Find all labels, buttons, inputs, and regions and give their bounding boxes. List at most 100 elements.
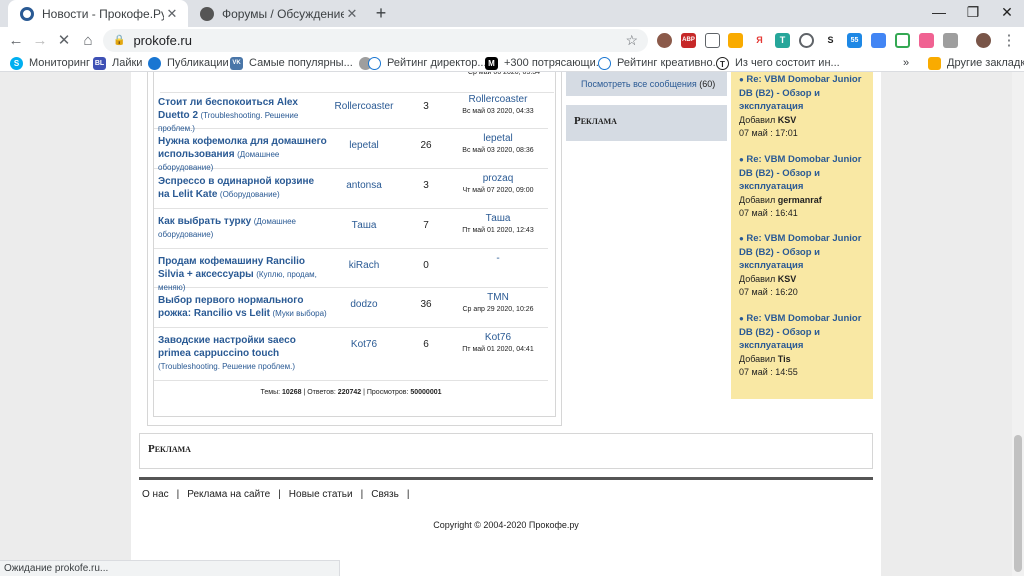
adblock-icon[interactable]: ABP bbox=[681, 33, 696, 48]
topic-author-link[interactable]: Таша bbox=[324, 220, 404, 231]
last-post-user-link[interactable]: Kot76 bbox=[448, 332, 548, 343]
forum-topics-box: Ср май 06 2020, 05:34 Стоит ли беспокоит… bbox=[147, 72, 562, 426]
topic-last-post: Kot76 Пт май 01 2020, 04:41 bbox=[448, 332, 548, 353]
translate-icon[interactable] bbox=[871, 33, 886, 48]
footer-link-contact[interactable]: Связь bbox=[371, 489, 399, 500]
topic-category-link[interactable]: (Оборудование) bbox=[220, 190, 280, 199]
skype-icon: S bbox=[10, 56, 23, 70]
topic-cell: Выбор первого нормального рожка: Rancili… bbox=[158, 294, 328, 320]
topic-author-link[interactable]: lepetal bbox=[324, 140, 404, 151]
topic-last-post: prozaq Чт май 07 2020, 09:00 bbox=[448, 173, 548, 194]
post-author-name[interactable]: KSV bbox=[778, 274, 797, 284]
last-post-user-link[interactable]: - bbox=[448, 253, 548, 264]
topic-author-link[interactable]: Kot76 bbox=[324, 339, 404, 350]
puzzle-icon[interactable] bbox=[943, 33, 958, 48]
page-viewport: Ср май 06 2020, 05:34 Стоит ли беспокоит… bbox=[0, 72, 1012, 576]
bookmark-300[interactable]: M +300 потрясающи... bbox=[485, 55, 605, 71]
menu-kebab-icon[interactable]: ⋮ bbox=[998, 30, 1020, 52]
topic-author-link[interactable]: kiRach bbox=[324, 260, 404, 271]
footer-link-about[interactable]: О нас bbox=[142, 489, 169, 500]
table-row: Стоит ли беспокоиться Alex Duetto 2 (Tro… bbox=[154, 90, 548, 133]
last-post-user-link[interactable]: Таша bbox=[448, 213, 548, 224]
other-bookmarks[interactable]: Другие закладки bbox=[928, 55, 1024, 71]
footer-link-advertising[interactable]: Реклама на сайте bbox=[187, 489, 270, 500]
bookmarks-overflow-button[interactable]: » bbox=[903, 55, 909, 71]
topic-category-link[interactable]: (Troubleshooting. Решение проблем.) bbox=[158, 362, 295, 371]
yandex-icon[interactable]: Я bbox=[752, 33, 767, 48]
pocket-icon[interactable] bbox=[705, 33, 720, 48]
s-ext-icon[interactable]: S bbox=[823, 33, 838, 48]
latest-post-item: ● Re: VBM Domobar Junior DB (B2) - Обзор… bbox=[739, 153, 867, 221]
last-post-user-link[interactable]: TMN bbox=[448, 292, 548, 303]
close-window-button[interactable]: ✕ bbox=[990, 0, 1024, 27]
profile-avatar[interactable] bbox=[976, 33, 991, 48]
topic-reply-count: 36 bbox=[420, 299, 432, 310]
tab-close-icon[interactable]: ✕ bbox=[344, 6, 360, 22]
bookmark-director-rating[interactable]: Рейтинг директор... bbox=[368, 55, 487, 71]
bookmark-ext-icon[interactable] bbox=[728, 33, 743, 48]
home-button[interactable]: ⌂ bbox=[77, 30, 99, 52]
post-title-link[interactable]: Re: VBM Domobar Junior DB (B2) - Обзор и… bbox=[739, 74, 861, 112]
copyright: Copyright © 2004-2020 Прокофе.ру bbox=[433, 520, 579, 530]
topic-author-link[interactable]: antonsa bbox=[324, 180, 404, 191]
topic-reply-count: 3 bbox=[423, 101, 429, 112]
page-scrollbar[interactable] bbox=[1012, 72, 1024, 576]
post-title-link[interactable]: Re: VBM Domobar Junior DB (B2) - Обзор и… bbox=[739, 233, 861, 271]
bottom-ad-block: Реклама bbox=[139, 433, 873, 469]
footer-separator: | bbox=[176, 489, 180, 500]
post-title-link[interactable]: Re: VBM Domobar Junior DB (B2) - Обзор и… bbox=[739, 154, 861, 192]
address-bar[interactable]: 🔒 prokofe.ru ☆ bbox=[103, 29, 648, 52]
new-tab-button[interactable]: + bbox=[372, 4, 390, 22]
last-post-user-link[interactable]: prozaq bbox=[448, 173, 548, 184]
topic-reply-count: 7 bbox=[423, 220, 429, 231]
topic-last-post: TMN Ср апр 29 2020, 10:26 bbox=[448, 292, 548, 313]
bookmark-star-icon[interactable]: ☆ bbox=[625, 32, 638, 49]
restore-button[interactable]: ❐ bbox=[956, 0, 990, 27]
topic-title-link[interactable]: Как выбрать турку bbox=[158, 216, 251, 227]
last-post-date: Вс май 03 2020, 04:33 bbox=[462, 108, 534, 115]
lock-icon[interactable]: 🔒 bbox=[113, 35, 125, 46]
tab-close-icon[interactable]: ✕ bbox=[164, 6, 180, 22]
minimize-button[interactable]: — bbox=[922, 0, 956, 27]
bookmarks-bar: S Мониторинг BL Лайки Публикации VK Самы… bbox=[0, 54, 1024, 72]
bookmark-creative-rating[interactable]: Рейтинг креативно... bbox=[598, 55, 722, 71]
bookmark-label: Из чего состоит ин... bbox=[735, 57, 840, 69]
compass-icon[interactable] bbox=[799, 33, 814, 48]
stop-loading-button[interactable]: ✕ bbox=[53, 30, 75, 52]
extension-circle-icon[interactable] bbox=[657, 33, 672, 48]
scrollbar-thumb[interactable] bbox=[1014, 435, 1022, 572]
badge-ext-icon[interactable]: 55 bbox=[847, 33, 862, 48]
bookmark-monitoring[interactable]: S Мониторинг bbox=[10, 55, 90, 71]
post-date: 07 май : 16:20 bbox=[739, 287, 798, 297]
tab-forums[interactable]: Форумы / Обсуждение сайта / С ✕ bbox=[188, 0, 368, 27]
post-author-name[interactable]: Tis bbox=[778, 354, 791, 364]
bookmark-likes[interactable]: BL Лайки bbox=[93, 55, 142, 71]
tab-prokofe-news[interactable]: Новости - Прокофе.Ру - Кофе ф ✕ bbox=[8, 0, 188, 27]
back-button[interactable]: ← bbox=[5, 30, 27, 52]
post-date: 07 май : 16:41 bbox=[739, 208, 798, 218]
url-text[interactable]: prokofe.ru bbox=[133, 33, 625, 48]
topic-last-post: Таша Пт май 01 2020, 12:43 bbox=[448, 213, 548, 234]
bullet-icon: ● bbox=[739, 234, 744, 243]
post-author-name[interactable]: KSV bbox=[778, 115, 797, 125]
bookmark-what-consists[interactable]: T Из чего состоит ин... bbox=[716, 55, 840, 71]
bookmark-publications[interactable]: Публикации bbox=[148, 55, 229, 71]
t-circle-icon: T bbox=[716, 56, 729, 70]
bookmark-popular[interactable]: VK Самые популярны... bbox=[230, 55, 372, 71]
topic-title-link[interactable]: Заводские настройки saeco primea cappucc… bbox=[158, 335, 296, 359]
topic-reply-count: 3 bbox=[423, 180, 429, 191]
topic-author-link[interactable]: dodzo bbox=[324, 299, 404, 310]
teal-t-icon[interactable]: T bbox=[775, 33, 790, 48]
last-post-user-link[interactable]: Rollercoaster bbox=[448, 94, 548, 105]
drive-icon[interactable] bbox=[895, 33, 910, 48]
topic-category-link[interactable]: (Муки выбора) bbox=[273, 309, 327, 318]
photo-ext-icon[interactable] bbox=[919, 33, 934, 48]
view-all-messages-link[interactable]: Посмотреть все сообщения (60) bbox=[581, 79, 715, 89]
post-author-name[interactable]: germanraf bbox=[778, 195, 822, 205]
forward-button[interactable]: → bbox=[29, 30, 51, 52]
footer-link-new-articles[interactable]: Новые статьи bbox=[289, 489, 353, 500]
view-all-count: (60) bbox=[699, 79, 716, 89]
last-post-user-link[interactable]: lepetal bbox=[448, 133, 548, 144]
post-title-link[interactable]: Re: VBM Domobar Junior DB (B2) - Обзор и… bbox=[739, 313, 861, 351]
topic-author-link[interactable]: Rollercoaster bbox=[324, 101, 404, 112]
